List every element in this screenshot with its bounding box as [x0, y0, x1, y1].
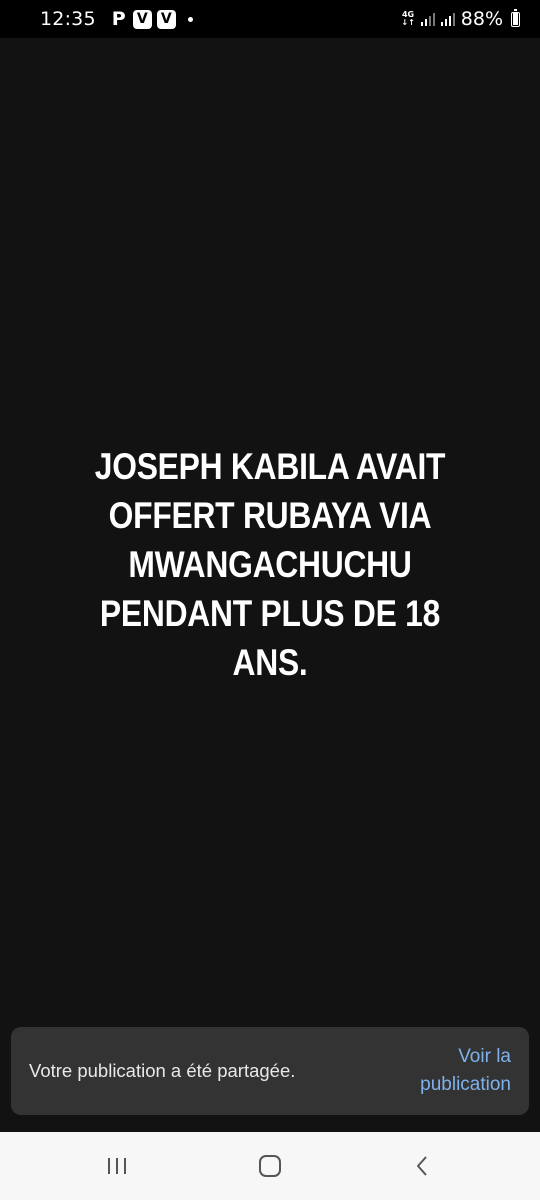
- signal-strength-icon-2: [440, 12, 455, 26]
- recent-apps-button[interactable]: [77, 1136, 157, 1196]
- back-icon: [417, 1156, 428, 1176]
- post-text: JOSEPH KABILA AVAIT OFFERT RUBAYA VIA MW…: [94, 446, 446, 683]
- snackbar-message: Votre publication a été partagée.: [29, 1060, 296, 1081]
- status-time: 12:35: [40, 8, 96, 30]
- battery-percent: 88%: [460, 8, 503, 30]
- shared-snackbar: Votre publication a été partagée. Voir l…: [11, 1027, 529, 1115]
- p-app-notification-icon: P: [111, 8, 126, 30]
- home-button[interactable]: [230, 1136, 310, 1196]
- post-text-background: JOSEPH KABILA AVAIT OFFERT RUBAYA VIA MW…: [0, 38, 540, 1132]
- network-type-icon: 4G ↓↑: [401, 11, 414, 27]
- back-button[interactable]: [383, 1136, 463, 1196]
- status-right-group: 4G ↓↑ 88%: [401, 8, 520, 30]
- recent-apps-icon: [107, 1158, 126, 1174]
- status-bar: 12:35 P V V 4G ↓↑ 88%: [0, 0, 540, 38]
- v-app-notification-icon: V: [132, 9, 152, 29]
- home-icon: [258, 1155, 281, 1177]
- more-notifications-dot-icon: [187, 16, 193, 22]
- notification-icons: P V V: [110, 8, 193, 30]
- signal-strength-icon: [420, 12, 435, 26]
- view-publication-button[interactable]: Voir la publication: [381, 1043, 511, 1099]
- data-arrows-icon: ↓↑: [401, 18, 415, 27]
- v-app-notification-icon-2: V: [156, 9, 176, 29]
- system-nav-bar: [0, 1132, 540, 1200]
- battery-icon: [511, 8, 520, 27]
